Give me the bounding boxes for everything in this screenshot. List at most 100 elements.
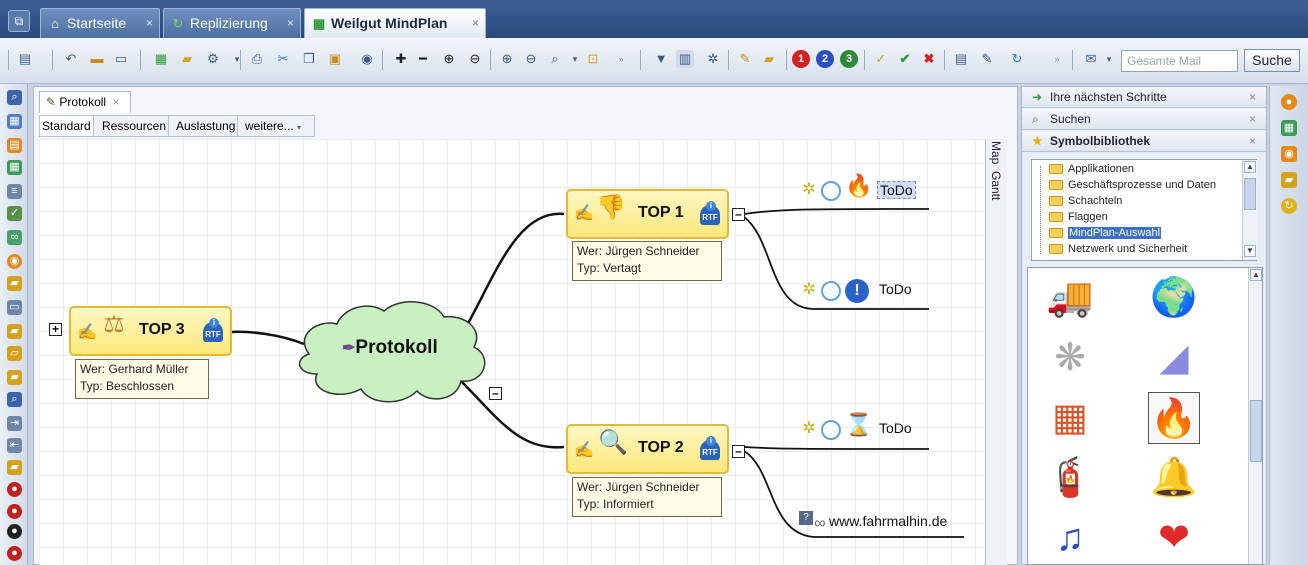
overflow-icon[interactable]: » <box>1048 50 1066 68</box>
rtf-info-icon[interactable]: i RTF <box>700 436 720 460</box>
scroll-down-icon[interactable]: ▼ <box>1244 245 1256 257</box>
calendar-icon[interactable]: ▦ <box>1281 120 1297 136</box>
document-icon[interactable]: ▤ <box>7 138 22 153</box>
music-note-symbol-icon[interactable]: ♫ <box>1044 512 1096 564</box>
mindmap-icon[interactable]: ▤ <box>16 50 34 68</box>
tree-item-schachteln[interactable]: Schachteln <box>1046 194 1122 209</box>
mindmap-canvas[interactable]: ✒Protokoll – ✍ 👎 TOP 1 i RTF – Wer: Jürge… <box>39 139 984 565</box>
link-icon[interactable]: ∞ <box>7 230 22 245</box>
briefcase-icon[interactable]: ▰ <box>7 276 22 291</box>
magnifier-icon[interactable]: ⌕ <box>7 392 22 407</box>
heart-symbol-icon[interactable]: ❤ <box>1148 512 1200 564</box>
close-icon[interactable]: × <box>287 9 294 37</box>
window-icon[interactable]: ▭ <box>7 300 22 315</box>
view-tab-auslastung[interactable]: Auslastung <box>174 116 239 136</box>
panel-search[interactable]: ⌕ Suchen × <box>1022 109 1266 130</box>
rtf-info-icon[interactable]: i RTF <box>203 318 223 342</box>
folder-icon[interactable]: ▰ <box>7 324 22 339</box>
panel-next-steps[interactable]: ➜ Ihre nächsten Schritte × <box>1022 87 1266 108</box>
scroll-up-icon[interactable]: ▲ <box>1244 161 1256 173</box>
user-red-icon[interactable]: ● <box>7 482 22 497</box>
add-child-icon[interactable]: ⊕ <box>440 50 458 68</box>
scroll-thumb[interactable] <box>1250 400 1262 462</box>
tab-weilgut-mindplan[interactable]: ▦ Weilgut MindPlan × <box>304 8 486 38</box>
open-folder-icon[interactable]: ▰ <box>178 50 196 68</box>
rss-icon[interactable]: ◉ <box>7 254 22 269</box>
symbol-scrollbar[interactable]: ▲ <box>1248 268 1262 564</box>
calendar-icon[interactable]: ▦ <box>7 114 22 129</box>
close-icon[interactable]: × <box>1249 87 1256 107</box>
bag-icon[interactable]: ▰ <box>760 50 778 68</box>
fit-page-icon[interactable]: ⊡ <box>584 50 602 68</box>
dropdown-arrow-icon[interactable]: ▾ <box>566 50 584 68</box>
todo-item-3[interactable]: ✲ ⌛ ToDo <box>799 414 979 446</box>
edit-icon[interactable]: ✎ <box>736 50 754 68</box>
document-tab-protokoll[interactable]: ✎ Protokoll × <box>39 91 131 113</box>
tab-replizierung[interactable]: ↻ Replizierung × <box>163 8 301 38</box>
close-icon[interactable]: × <box>146 9 153 37</box>
note-icon[interactable]: ✎ <box>978 50 996 68</box>
tree-item-geschaeftsprozesse[interactable]: Geschäftsprozesse und Daten <box>1046 178 1216 193</box>
close-icon[interactable]: × <box>112 95 119 109</box>
rss-icon[interactable]: ◉ <box>1281 146 1297 162</box>
tree-item-netzwerk[interactable]: Netzwerk und Sicherheit <box>1046 242 1187 257</box>
filter-icon[interactable]: ▼ <box>652 50 670 68</box>
cross-icon[interactable]: ✖ <box>920 50 938 68</box>
tree-item-applikationen[interactable]: Applikationen <box>1046 162 1134 177</box>
scroll-up-icon[interactable]: ▲ <box>1250 269 1262 281</box>
priority-1-icon[interactable]: 1 <box>792 50 810 68</box>
cut-icon[interactable]: ✂ <box>274 50 292 68</box>
tree-item-flaggen[interactable]: Flaggen <box>1046 210 1108 225</box>
priority-2-icon[interactable]: 2 <box>816 50 834 68</box>
link-item[interactable]: ? ∞ www.fahrmalhin.de <box>799 509 984 537</box>
overflow-icon[interactable]: » <box>612 50 630 68</box>
zoom-icon[interactable]: ⌕ <box>546 50 564 68</box>
window-icon[interactable]: ▭ <box>112 50 130 68</box>
folder-open-icon[interactable]: ▱ <box>7 346 22 361</box>
node-top1[interactable]: ✍ 👎 TOP 1 i RTF <box>566 189 729 239</box>
todo-item-1[interactable]: ✲ 🔥 ToDo <box>799 175 979 207</box>
truck-symbol-icon[interactable]: 🚚 <box>1044 272 1096 324</box>
close-icon[interactable]: × <box>1249 131 1256 151</box>
settings-icon[interactable]: ✲ <box>704 50 722 68</box>
check-icon[interactable]: ✔ <box>896 50 914 68</box>
eye-icon[interactable]: ◉ <box>358 50 376 68</box>
layout-icon[interactable]: ▥ <box>676 50 694 68</box>
add-sibling-icon[interactable]: ⊖ <box>466 50 484 68</box>
priority-3-icon[interactable]: 3 <box>840 50 858 68</box>
sync-icon[interactable]: ↻ <box>1008 50 1026 68</box>
collapse-top2-button[interactable]: – <box>732 445 745 458</box>
side-tab-map[interactable]: Map <box>989 141 1003 164</box>
mail-search-icon[interactable]: ✉ <box>1082 50 1100 68</box>
close-icon[interactable]: × <box>472 9 479 37</box>
archive-icon[interactable]: ▰ <box>7 460 22 475</box>
user-red-icon[interactable]: ● <box>7 504 22 519</box>
folder-star-icon[interactable]: ▰ <box>7 370 22 385</box>
orange-circle-icon[interactable]: ● <box>1281 94 1297 110</box>
panel-symbol-library[interactable]: ★ Symbolbibliothek × <box>1022 131 1266 152</box>
rtf-info-icon[interactable]: i RTF <box>700 201 720 225</box>
window-list-icon[interactable]: ⧉ <box>8 10 30 32</box>
extinguisher-symbol-icon[interactable]: 🧯 <box>1044 452 1096 504</box>
fire-symbol-icon[interactable]: 🔥 <box>1148 392 1200 444</box>
check-partial-icon[interactable]: ✓ <box>872 50 890 68</box>
binoculars-icon[interactable]: ⌕ <box>7 90 22 105</box>
toolbox-icon[interactable]: ▰ <box>1281 172 1297 188</box>
copy-icon[interactable]: ❐ <box>300 50 318 68</box>
undo-icon[interactable]: ↶ <box>62 50 80 68</box>
collapse-central-button[interactable]: – <box>489 387 502 400</box>
tree-item-mindplan-auswahl[interactable]: MindPlan-Auswahl <box>1046 226 1162 241</box>
tab-startseite[interactable]: ⌂ Startseite × <box>40 8 160 38</box>
view-tab-ressourcen[interactable]: Ressourcen <box>100 116 170 136</box>
close-icon[interactable]: × <box>1249 109 1256 129</box>
central-node[interactable]: ✒Protokoll <box>342 337 438 359</box>
todo-item-2[interactable]: ✲ ! ToDo <box>799 277 979 307</box>
view-tab-standard[interactable]: Standard <box>40 116 94 136</box>
globe-symbol-icon[interactable]: 🌍 <box>1148 272 1200 324</box>
tree-scrollbar[interactable]: ▲ ▼ <box>1242 160 1257 260</box>
bell-symbol-icon[interactable]: 🔔 <box>1148 452 1200 504</box>
dropdown-arrow-icon[interactable]: ▾ <box>228 50 246 68</box>
scroll-thumb[interactable] <box>1244 178 1256 210</box>
remove-node-icon[interactable]: ━ <box>414 50 432 68</box>
view-tab-weitere[interactable]: weitere... ▾ <box>243 116 303 136</box>
